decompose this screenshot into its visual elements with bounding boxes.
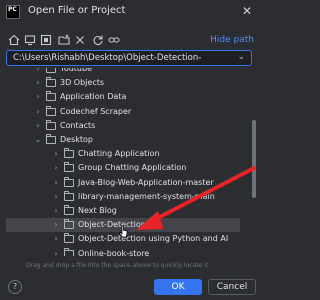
tree-row-label: Object-Detection- <box>78 220 149 230</box>
desktop-icon[interactable] <box>24 34 36 46</box>
tree-row-label: Codechef Scraper <box>60 106 132 116</box>
project-icon[interactable] <box>40 34 52 46</box>
folder-icon <box>46 77 56 88</box>
tree-row-label: Object-Detection using Python and AI <box>78 234 229 244</box>
tree-row[interactable]: › Online-book-store <box>6 247 240 256</box>
folder-icon <box>64 190 74 201</box>
chevron-right-icon[interactable]: › <box>52 176 60 190</box>
chevron-right-icon[interactable]: › <box>52 190 60 204</box>
folder-icon <box>46 91 56 102</box>
chevron-right-icon[interactable]: › <box>34 68 42 76</box>
chevron-right-icon[interactable]: › <box>52 218 60 232</box>
chevron-right-icon[interactable]: › <box>34 90 42 104</box>
hide-path-link[interactable]: Hide path <box>210 35 254 45</box>
tree-row-label: Online-book-store <box>78 248 150 256</box>
chevron-right-icon[interactable]: › <box>52 232 60 246</box>
tree-row[interactable]: › Group Chatting Application <box>6 161 240 175</box>
tree-row-label: Youtube <box>60 68 92 73</box>
tree-row-label: 3D Objects <box>60 78 105 88</box>
mouse-cursor-icon <box>119 225 128 238</box>
folder-icon <box>46 134 56 144</box>
folder-icon <box>46 68 56 73</box>
close-icon[interactable]: ✕ <box>242 4 252 18</box>
new-folder-icon[interactable] <box>58 34 70 46</box>
tree-row[interactable]: ⌄ Desktop <box>6 133 240 147</box>
chevron-right-icon[interactable]: › <box>34 76 42 90</box>
tree-scrollbar[interactable] <box>252 120 256 198</box>
home-icon[interactable] <box>8 34 20 46</box>
chevron-right-icon[interactable]: › <box>52 147 60 161</box>
folder-icon <box>64 247 74 256</box>
link-icon[interactable] <box>108 34 120 46</box>
chevron-right-icon[interactable]: › <box>34 119 42 133</box>
folder-icon <box>64 148 74 159</box>
tree-row-label: library-management-system-main <box>78 191 215 201</box>
file-tree[interactable]: › Youtube › 3D Objects › Application Data › Cod… <box>6 68 252 256</box>
cancel-button[interactable]: Cancel <box>208 279 256 295</box>
tree-row[interactable]: › library-management-system-main <box>6 190 240 204</box>
folder-icon <box>64 219 74 230</box>
chevron-down-icon[interactable]: ⌄ <box>34 133 42 147</box>
folder-icon <box>46 119 56 130</box>
tree-row[interactable]: › Youtube <box>6 68 240 76</box>
tree-row[interactable]: › Application Data <box>6 90 240 104</box>
pycharm-logo-icon: PC <box>6 5 20 19</box>
toolbar: Hide path <box>0 32 260 50</box>
tree-row[interactable]: › Codechef Scraper <box>6 105 240 119</box>
folder-icon <box>64 205 74 215</box>
tree-row[interactable]: › Chatting Application <box>6 147 240 161</box>
folder-icon <box>64 233 74 244</box>
folder-icon <box>64 176 74 187</box>
help-button[interactable]: ? <box>8 280 22 294</box>
open-file-dialog: PC Open File or Project ✕ Hide path C:\U… <box>0 0 260 300</box>
chevron-right-icon[interactable]: › <box>52 204 60 218</box>
dialog-title: Open File or Project <box>28 5 126 16</box>
tree-row-label: Desktop <box>60 135 93 144</box>
refresh-icon[interactable] <box>92 34 104 46</box>
ok-button[interactable]: OK <box>154 279 202 295</box>
chevron-right-icon[interactable]: › <box>52 161 60 175</box>
title-bar: PC Open File or Project ✕ <box>0 0 260 24</box>
tree-row[interactable]: › 3D Objects <box>6 76 240 90</box>
path-input-value: C:\Users\Rishabh\Desktop\Object-Detectio… <box>13 53 202 63</box>
delete-icon[interactable] <box>74 34 86 46</box>
folder-icon <box>46 105 56 116</box>
tree-row-label: Next Blog <box>78 206 117 215</box>
chevron-down-icon[interactable]: ⌄ <box>237 52 245 62</box>
tree-row-label: Group Chatting Application <box>78 163 187 173</box>
path-input[interactable]: C:\Users\Rishabh\Desktop\Object-Detectio… <box>6 50 252 66</box>
tree-row[interactable]: › Java-Blog-Web-Application-master <box>6 176 240 190</box>
tree-row-label: Java-Blog-Web-Application-master <box>78 177 214 187</box>
tree-row-label: Application Data <box>60 92 127 102</box>
tree-row[interactable]: › Next Blog <box>6 204 240 218</box>
folder-icon <box>64 162 74 173</box>
tree-row[interactable]: › Contacts <box>6 119 240 133</box>
tree-row-label: Chatting Application <box>78 149 160 159</box>
chevron-right-icon[interactable]: › <box>34 105 42 119</box>
drag-drop-hint: Drag and drop a file into the space abov… <box>26 262 209 269</box>
tree-row-label: Contacts <box>60 120 96 130</box>
chevron-right-icon[interactable]: › <box>52 247 60 256</box>
